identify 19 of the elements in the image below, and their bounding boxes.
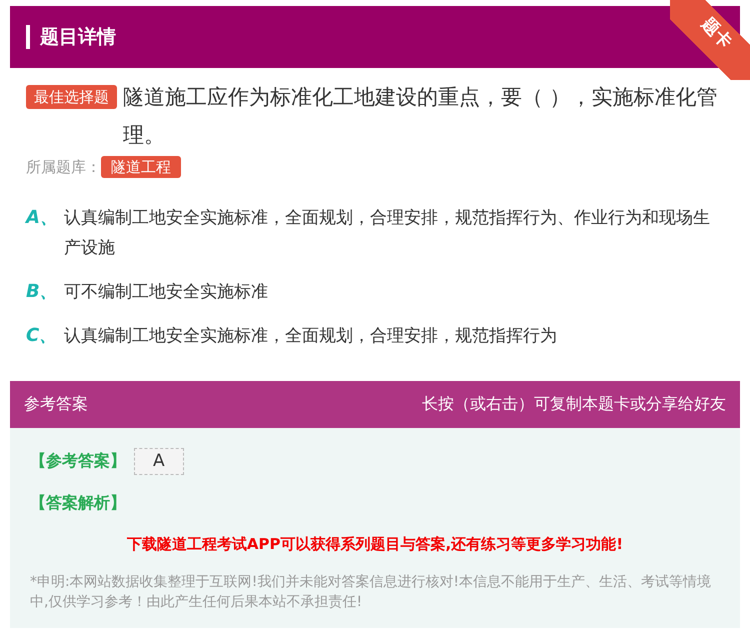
analysis-label: 【答案解析】 [30, 493, 126, 512]
option-letter: C、 [26, 324, 58, 348]
option-text: 认真编制工地安全实施标准，全面规划，合理安排，规范指挥行为 [64, 324, 557, 348]
option-letter: A、 [26, 206, 59, 230]
app-promo-text: 下载隧道工程考试APP可以获得系列题目与答案,还有练习等更多学习功能! [126, 535, 624, 553]
disclaimer-text: *申明:本网站数据收集整理于互联网!我们并未能对答案信息进行核对!本信息不能用于生产、生活、考试等情境中,仅供学习参考！由此产生任何后果本站不承担责任! [30, 572, 712, 612]
corner-ribbon[interactable]: 题卡 [670, 0, 750, 80]
copy-hint: 长按（或右击）可复制本题卡或分享给好友 [422, 393, 726, 415]
bank-label: 所属题库： [26, 157, 101, 178]
question-text: 隧道施工应作为标准化工地建设的重点，要（ ），实施标准化管理。 [123, 84, 719, 149]
answer-label: 【参考答案】 [30, 450, 126, 472]
question-type-badge: 最佳选择题 [26, 85, 117, 109]
option-text: 可不编制工地安全实施标准 [64, 280, 268, 304]
answer-image: A [134, 448, 184, 475]
page-title: 题目详情 [26, 25, 116, 49]
option-text: 认真编制工地安全实施标准，全面规划，合理安排，规范指挥行为、作业行为和现场生产设施 [64, 206, 711, 260]
answer-panel-title: 参考答案 [24, 393, 88, 415]
bank-tag[interactable]: 隧道工程 [101, 156, 181, 178]
option-letter: B、 [26, 280, 59, 304]
